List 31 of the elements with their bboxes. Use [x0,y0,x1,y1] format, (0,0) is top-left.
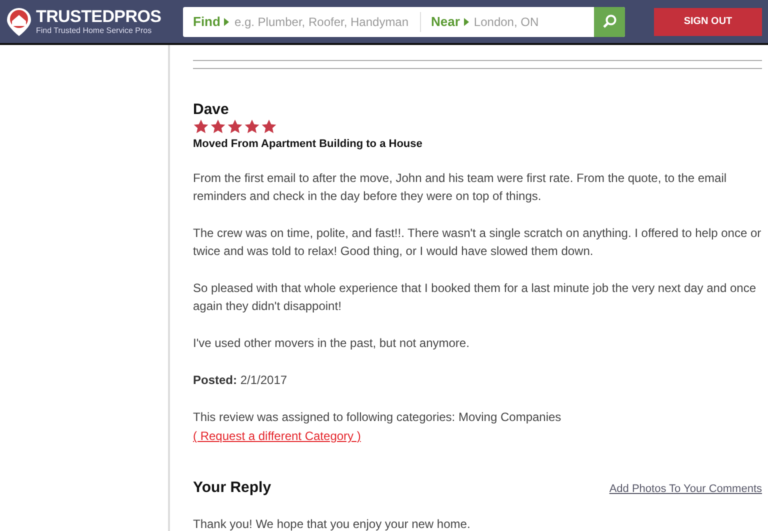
categories-text: This review was assigned to following categories: Moving Companies [193,410,562,424]
review-title: Moved From Apartment Building to a House [193,138,424,150]
star-icon [193,119,209,134]
find-label: Find [193,14,220,29]
reply-heading: Your Reply [193,479,272,496]
reviewer-name: Dave [193,101,230,118]
review-paragraph: From the first email to after the move, John and his team were first rate. From the quote, to the email reminders and check in the day before they were on top of things. [193,170,728,205]
review-paragraph: I've used other movers in the past, but not anymore. [193,335,470,352]
star-icon [261,119,277,134]
search-button[interactable] [594,6,625,36]
sign-out-button[interactable]: SIGN OUT [654,8,762,36]
search-bar[interactable]: Find e.g. Plumber, Roofer, Handyman Near London, ON [183,6,625,36]
near-value: London, ON [474,14,539,28]
triangle-icon [224,18,230,26]
review-paragraph: So pleased with that whole experience that I booked them for a last minute job the very next day and once again they didn't disappoint! [193,280,758,315]
logo-icon [6,6,32,36]
reply-text: Thank you! We hope that you enjoy your new home. [193,516,472,531]
star-icon [210,119,226,134]
logo-text: TRUSTEDPROS [36,8,162,26]
add-photos-link[interactable]: Add Photos To Your Comments [609,483,762,495]
near-label: Near [431,14,460,29]
find-placeholder: e.g. Plumber, Roofer, Handyman [234,14,409,28]
posted-label: Posted: [193,373,238,387]
request-category-link[interactable]: ( Request a different Category ) [193,427,361,445]
search-icon [602,14,617,29]
review-paragraph: The crew was on time, polite, and fast!!. There wasn't a single scratch on anything. I offered to help once or twice and was told to relax! Good thing, or I would have slowed them down. [193,225,762,260]
star-icon [244,119,260,134]
star-icon [227,119,243,134]
triangle-icon [464,18,469,26]
logo-tagline: Find Trusted Home Service Pros [36,26,153,36]
posted-date: 2/1/2017 [240,373,288,387]
